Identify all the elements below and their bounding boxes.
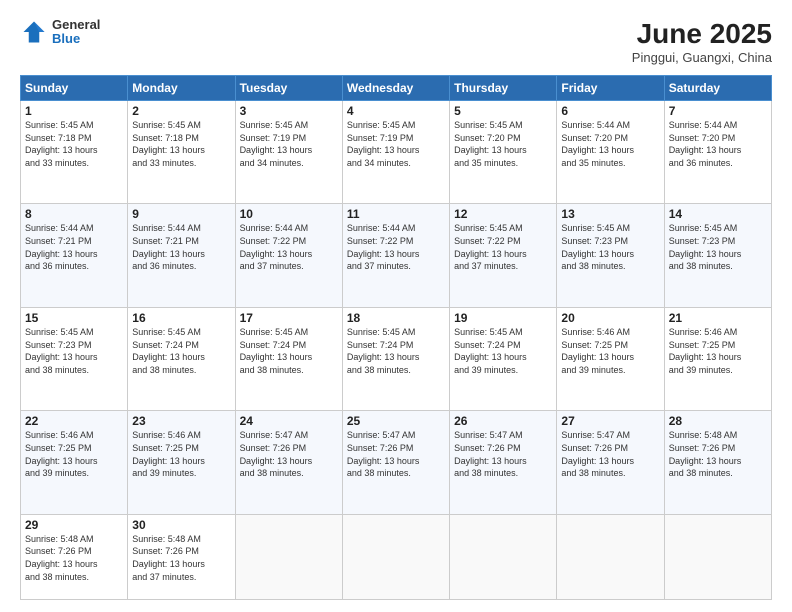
day-6: 6 Sunrise: 5:44 AMSunset: 7:20 PMDayligh… bbox=[557, 101, 664, 204]
day-20: 20 Sunrise: 5:46 AMSunset: 7:25 PMDaylig… bbox=[557, 307, 664, 410]
day-19: 19 Sunrise: 5:45 AMSunset: 7:24 PMDaylig… bbox=[450, 307, 557, 410]
weekday-header-row: Sunday Monday Tuesday Wednesday Thursday… bbox=[21, 76, 772, 101]
day-18: 18 Sunrise: 5:45 AMSunset: 7:24 PMDaylig… bbox=[342, 307, 449, 410]
header-wednesday: Wednesday bbox=[342, 76, 449, 101]
day-15: 15 Sunrise: 5:45 AMSunset: 7:23 PMDaylig… bbox=[21, 307, 128, 410]
header-monday: Monday bbox=[128, 76, 235, 101]
empty-cell-4 bbox=[557, 514, 664, 599]
day-7: 7 Sunrise: 5:44 AMSunset: 7:20 PMDayligh… bbox=[664, 101, 771, 204]
logo-text: General Blue bbox=[52, 18, 100, 47]
day-14: 14 Sunrise: 5:45 AMSunset: 7:23 PMDaylig… bbox=[664, 204, 771, 307]
day-28: 28 Sunrise: 5:48 AMSunset: 7:26 PMDaylig… bbox=[664, 411, 771, 514]
day-2: 2 Sunrise: 5:45 AMSunset: 7:18 PMDayligh… bbox=[128, 101, 235, 204]
day-23: 23 Sunrise: 5:46 AMSunset: 7:25 PMDaylig… bbox=[128, 411, 235, 514]
location: Pinggui, Guangxi, China bbox=[632, 50, 772, 65]
day-25: 25 Sunrise: 5:47 AMSunset: 7:26 PMDaylig… bbox=[342, 411, 449, 514]
week-row-2: 8 Sunrise: 5:44 AMSunset: 7:21 PMDayligh… bbox=[21, 204, 772, 307]
day-30: 30 Sunrise: 5:48 AMSunset: 7:26 PMDaylig… bbox=[128, 514, 235, 599]
day-16: 16 Sunrise: 5:45 AMSunset: 7:24 PMDaylig… bbox=[128, 307, 235, 410]
day-11: 11 Sunrise: 5:44 AMSunset: 7:22 PMDaylig… bbox=[342, 204, 449, 307]
header-saturday: Saturday bbox=[664, 76, 771, 101]
header-tuesday: Tuesday bbox=[235, 76, 342, 101]
calendar: Sunday Monday Tuesday Wednesday Thursday… bbox=[20, 75, 772, 600]
logo-blue: Blue bbox=[52, 32, 100, 46]
day-26: 26 Sunrise: 5:47 AMSunset: 7:26 PMDaylig… bbox=[450, 411, 557, 514]
day-3: 3 Sunrise: 5:45 AMSunset: 7:19 PMDayligh… bbox=[235, 101, 342, 204]
logo-icon bbox=[20, 18, 48, 46]
day-27: 27 Sunrise: 5:47 AMSunset: 7:26 PMDaylig… bbox=[557, 411, 664, 514]
day-9: 9 Sunrise: 5:44 AMSunset: 7:21 PMDayligh… bbox=[128, 204, 235, 307]
day-29: 29 Sunrise: 5:48 AMSunset: 7:26 PMDaylig… bbox=[21, 514, 128, 599]
logo: General Blue bbox=[20, 18, 100, 47]
week-row-1: 1 Sunrise: 5:45 AMSunset: 7:18 PMDayligh… bbox=[21, 101, 772, 204]
week-row-3: 15 Sunrise: 5:45 AMSunset: 7:23 PMDaylig… bbox=[21, 307, 772, 410]
logo-general: General bbox=[52, 18, 100, 32]
header-friday: Friday bbox=[557, 76, 664, 101]
empty-cell-3 bbox=[450, 514, 557, 599]
day-1: 1 Sunrise: 5:45 AMSunset: 7:18 PMDayligh… bbox=[21, 101, 128, 204]
title-block: June 2025 Pinggui, Guangxi, China bbox=[632, 18, 772, 65]
day-5: 5 Sunrise: 5:45 AMSunset: 7:20 PMDayligh… bbox=[450, 101, 557, 204]
header: General Blue June 2025 Pinggui, Guangxi,… bbox=[20, 18, 772, 65]
day-21: 21 Sunrise: 5:46 AMSunset: 7:25 PMDaylig… bbox=[664, 307, 771, 410]
header-thursday: Thursday bbox=[450, 76, 557, 101]
header-sunday: Sunday bbox=[21, 76, 128, 101]
day-22: 22 Sunrise: 5:46 AMSunset: 7:25 PMDaylig… bbox=[21, 411, 128, 514]
page: General Blue June 2025 Pinggui, Guangxi,… bbox=[0, 0, 792, 612]
week-row-5: 29 Sunrise: 5:48 AMSunset: 7:26 PMDaylig… bbox=[21, 514, 772, 599]
day-4: 4 Sunrise: 5:45 AMSunset: 7:19 PMDayligh… bbox=[342, 101, 449, 204]
day-8: 8 Sunrise: 5:44 AMSunset: 7:21 PMDayligh… bbox=[21, 204, 128, 307]
day-17: 17 Sunrise: 5:45 AMSunset: 7:24 PMDaylig… bbox=[235, 307, 342, 410]
week-row-4: 22 Sunrise: 5:46 AMSunset: 7:25 PMDaylig… bbox=[21, 411, 772, 514]
empty-cell-5 bbox=[664, 514, 771, 599]
day-24: 24 Sunrise: 5:47 AMSunset: 7:26 PMDaylig… bbox=[235, 411, 342, 514]
day-10: 10 Sunrise: 5:44 AMSunset: 7:22 PMDaylig… bbox=[235, 204, 342, 307]
day-12: 12 Sunrise: 5:45 AMSunset: 7:22 PMDaylig… bbox=[450, 204, 557, 307]
empty-cell-1 bbox=[235, 514, 342, 599]
day-13: 13 Sunrise: 5:45 AMSunset: 7:23 PMDaylig… bbox=[557, 204, 664, 307]
month-title: June 2025 bbox=[632, 18, 772, 50]
empty-cell-2 bbox=[342, 514, 449, 599]
